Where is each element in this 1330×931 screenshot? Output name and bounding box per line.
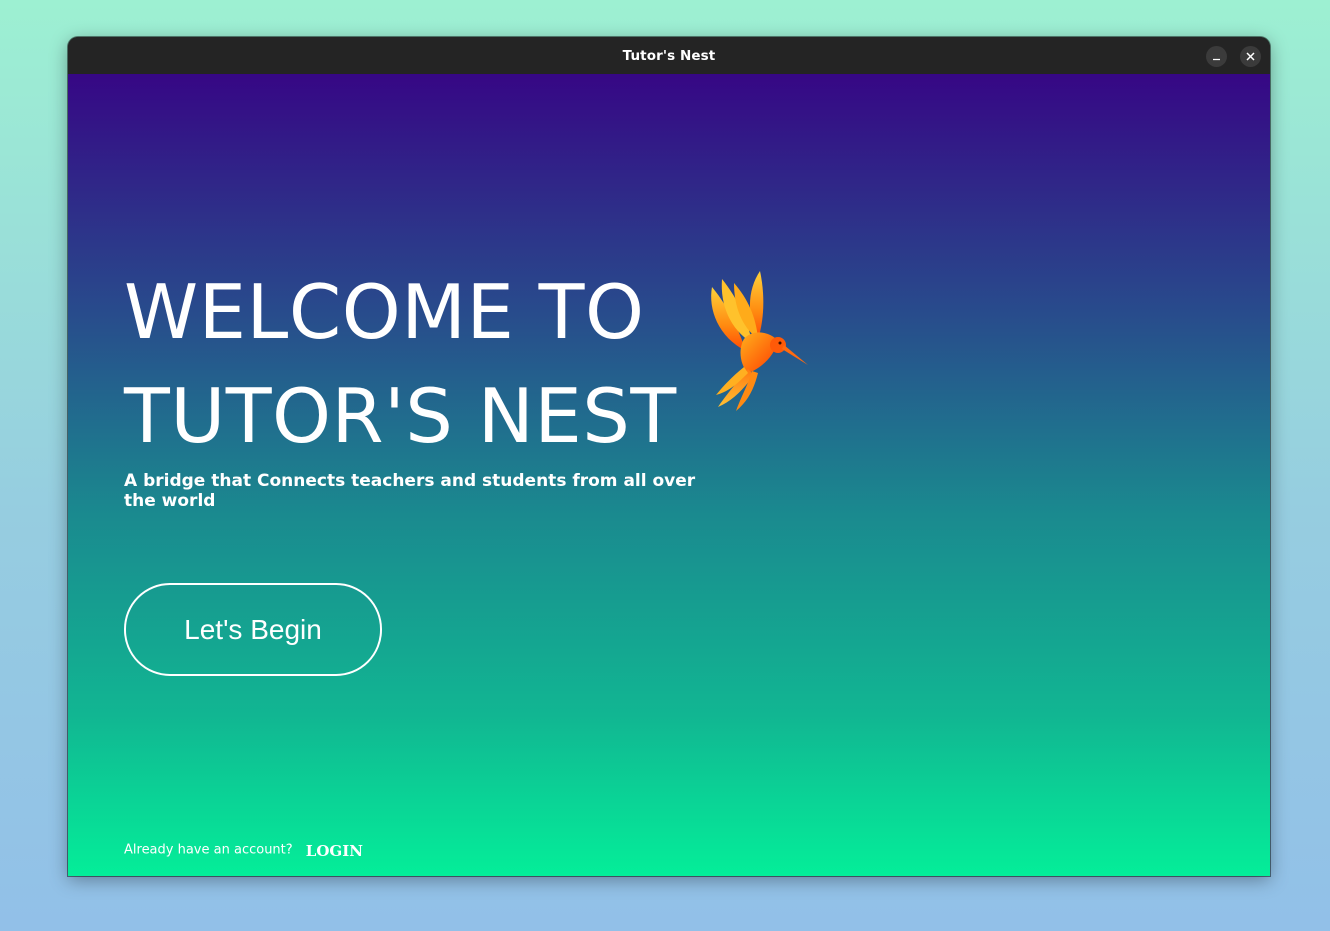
close-button[interactable] <box>1240 46 1261 67</box>
window-title: Tutor's Nest <box>622 48 716 64</box>
login-prompt: Already have an account? LOGIN <box>124 840 363 860</box>
hummingbird-logo <box>711 271 808 411</box>
app-window: Tutor's Nest WELCOME TO TUTOR'S NEST A b… <box>68 37 1270 876</box>
close-icon <box>1246 52 1255 61</box>
login-link[interactable]: LOGIN <box>306 842 363 860</box>
title-bar[interactable]: Tutor's Nest <box>68 37 1270 74</box>
account-prompt-text: Already have an account? <box>124 842 293 858</box>
page-title: WELCOME TO TUTOR'S NEST <box>124 260 677 468</box>
tagline: A bridge that Connects teachers and stud… <box>124 471 696 511</box>
lets-begin-button[interactable]: Let's Begin <box>124 583 382 676</box>
minimize-button[interactable] <box>1206 46 1227 67</box>
welcome-screen: WELCOME TO TUTOR'S NEST A bridge that Co… <box>68 74 1270 876</box>
title-line-1: WELCOME TO <box>124 268 645 356</box>
title-line-2: TUTOR'S NEST <box>124 372 677 460</box>
minimize-icon <box>1213 58 1220 61</box>
